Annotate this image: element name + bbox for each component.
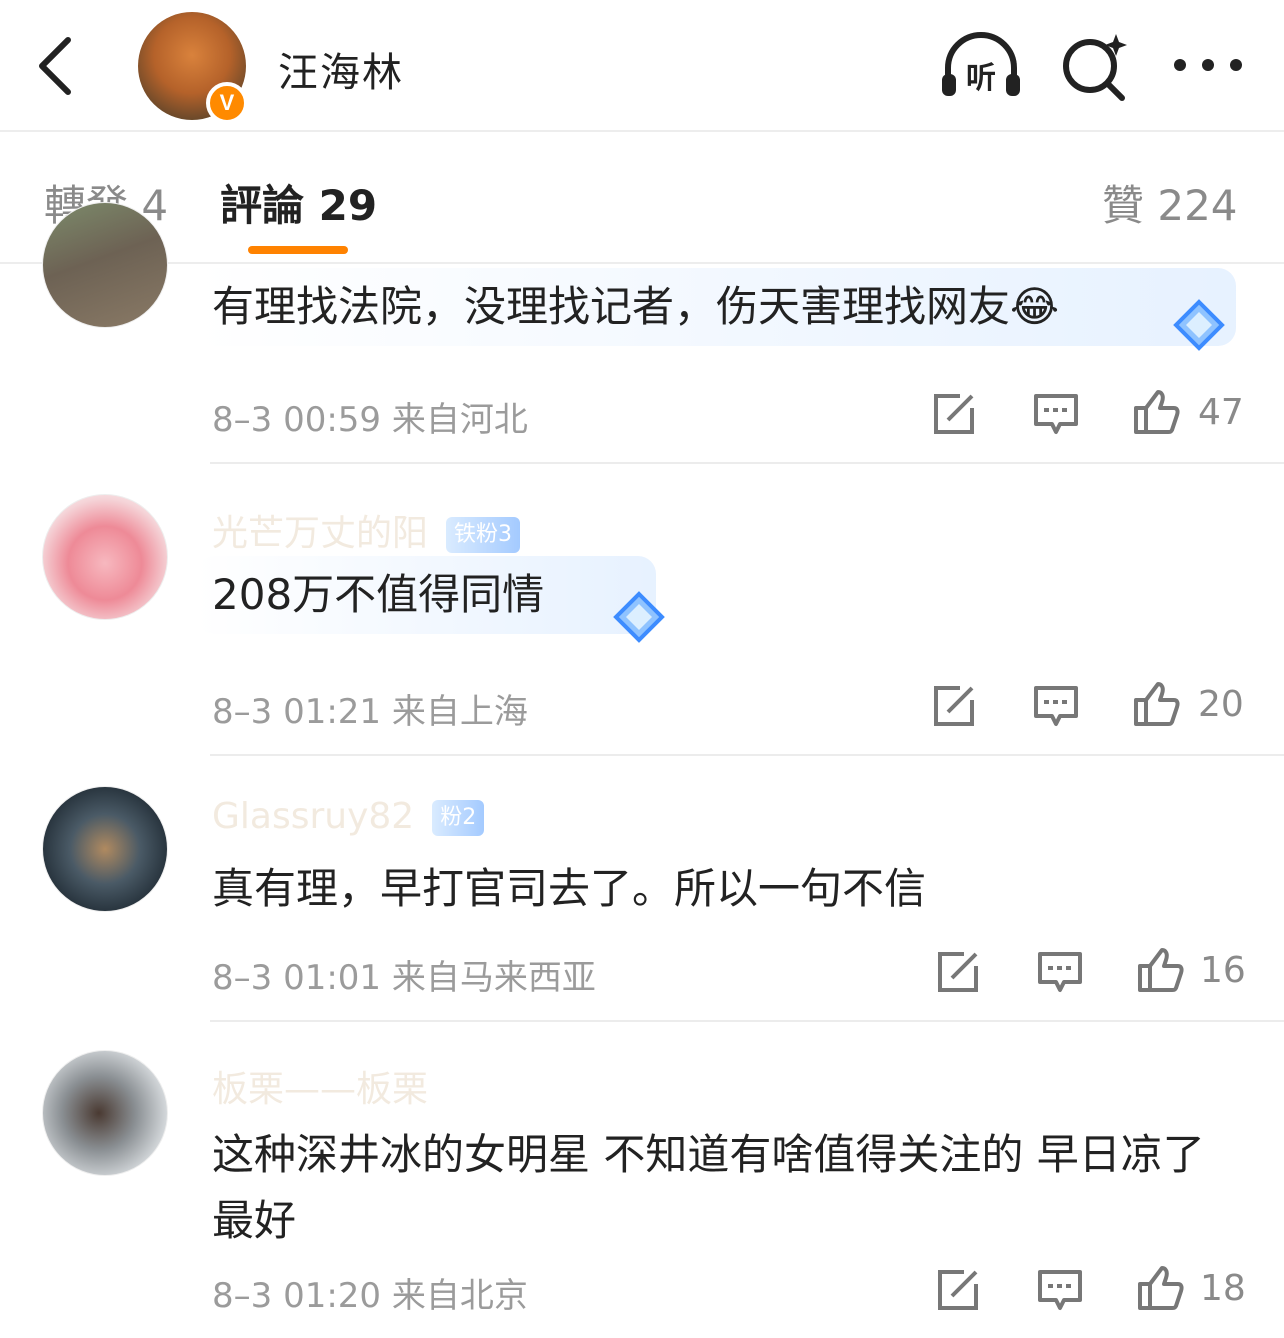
diamond-decoration-icon: [1173, 299, 1225, 351]
comment-text: 这种深井冰的女明星 不知道有啥值得关注的 早日凉了最好: [212, 1130, 1205, 1245]
top-bar: V 汪海林 听: [0, 0, 1284, 132]
comment-bubble: 208万不值得同情: [196, 556, 656, 634]
commenter-avatar[interactable]: [42, 494, 168, 620]
reply-icon[interactable]: [1032, 390, 1080, 438]
like-count: 18: [1200, 1268, 1246, 1309]
more-icon[interactable]: [1170, 50, 1246, 80]
comment-bubble: 有理找法院，没理找记者，伤天害理找网友😂: [196, 268, 1236, 346]
comment-item: 板栗——板栗 这种深井冰的女明星 不知道有啥值得关注的 早日凉了最好 8–3 0…: [0, 1022, 1284, 1338]
search-sparkle-icon[interactable]: [1058, 30, 1130, 102]
comment-text: 有理找法院，没理找记者，伤天害理找网友😂: [212, 282, 1060, 331]
comment-item: Glassruy82 粉2 真有理，早打官司去了。所以一句不信 8–3 01:01…: [0, 756, 1284, 1022]
tab-bar: 轉發 4 評論 29 贊 224: [0, 134, 1284, 264]
comment-bubble: 这种深井冰的女明星 不知道有啥值得关注的 早日凉了最好: [196, 1116, 1256, 1260]
comment-text: 208万不值得同情: [212, 570, 545, 619]
like-icon[interactable]: [1132, 680, 1180, 728]
tab-likes[interactable]: 贊 224: [1102, 172, 1238, 233]
commenter-name[interactable]: Glassruy82 粉2: [212, 796, 485, 837]
comment-item: 光芒万丈的阳 铁粉3 208万不值得同情 8–3 01:21 来自上海 20: [0, 464, 1284, 756]
fan-level-badge: 铁粉3: [446, 517, 521, 553]
comment-text: 真有理，早打官司去了。所以一句不信: [212, 864, 927, 913]
svg-text:听: 听: [966, 61, 996, 96]
like-icon[interactable]: [1136, 1264, 1184, 1312]
active-tab-indicator: [248, 246, 348, 254]
commenter-name[interactable]: 板栗——板栗: [212, 1060, 428, 1112]
repost-icon[interactable]: [934, 948, 982, 996]
repost-icon[interactable]: [930, 682, 978, 730]
repost-icon[interactable]: [934, 1266, 982, 1314]
comment-meta: 8–3 01:20 来自北京: [212, 1276, 528, 1316]
reply-icon[interactable]: [1032, 682, 1080, 730]
commenter-avatar[interactable]: [42, 202, 168, 328]
reply-icon[interactable]: [1036, 1266, 1084, 1314]
back-arrow-icon[interactable]: [28, 30, 88, 102]
commenter-name[interactable]: 光芒万丈的阳 铁粉3: [212, 504, 521, 556]
tab-comments[interactable]: 評論 29: [220, 172, 377, 233]
comment-meta: 8–3 01:01 来自马来西亚: [212, 958, 596, 998]
like-icon[interactable]: [1136, 946, 1184, 994]
like-count: 16: [1200, 950, 1246, 991]
like-count: 20: [1198, 684, 1244, 725]
listen-icon[interactable]: 听: [938, 30, 1024, 102]
commenter-avatar[interactable]: [42, 1050, 168, 1176]
verified-badge-icon: V: [206, 82, 248, 124]
reply-icon[interactable]: [1036, 948, 1084, 996]
like-icon[interactable]: [1132, 388, 1180, 436]
comment-item: 有理找法院，没理找记者，伤天害理找网友😂 8–3 00:59 来自河北 47: [0, 202, 1284, 464]
commenter-avatar[interactable]: [42, 786, 168, 912]
comment-bubble: 真有理，早打官司去了。所以一句不信: [196, 850, 996, 928]
diamond-decoration-icon: [613, 591, 665, 643]
repost-icon[interactable]: [930, 390, 978, 438]
author-name[interactable]: 汪海林: [278, 40, 404, 98]
like-count: 47: [1198, 392, 1244, 433]
comment-meta: 8–3 00:59 来自河北: [212, 400, 528, 440]
comment-meta: 8–3 01:21 来自上海: [212, 692, 528, 732]
fan-level-badge: 粉2: [432, 800, 485, 836]
